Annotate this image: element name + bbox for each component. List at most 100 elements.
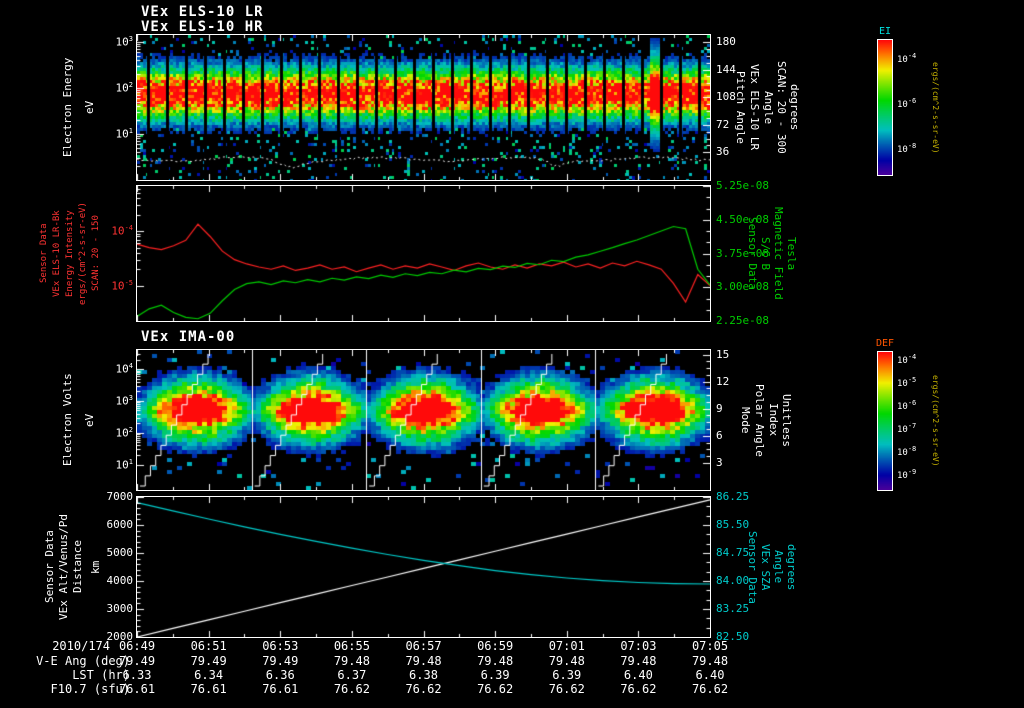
p1-left-axis-label: eV bbox=[83, 100, 96, 115]
p4-sza-tick: 84.00 bbox=[716, 574, 750, 587]
ima-colorbar-tick: 10-9 bbox=[897, 467, 917, 481]
param-row-value: 79.49 bbox=[118, 654, 156, 668]
p2-right-axis-label: Sensor Data bbox=[746, 217, 759, 290]
panel1-title-line1: VEx ELS-10 LR bbox=[141, 4, 264, 20]
panel1-title-line2: VEx ELS-10 HR bbox=[141, 19, 264, 35]
param-row-value: 79.48 bbox=[333, 654, 370, 668]
p1-right-axis-label: VEx ELS-10 LR bbox=[748, 64, 761, 151]
param-row-value: 6.38 bbox=[409, 668, 438, 682]
param-row-value: 6.33 bbox=[122, 668, 152, 682]
p3-ev-tick: 103 bbox=[115, 393, 133, 408]
param-row-label: V-E Ang (deg) bbox=[36, 654, 130, 668]
ima-colorbar-tick: 10-7 bbox=[897, 421, 917, 435]
ima-colorbar bbox=[877, 351, 893, 491]
p4-sza-tick: 83.25 bbox=[716, 602, 750, 615]
p3-right-axis-label: Index bbox=[767, 403, 780, 437]
p4-left-axis-label: km bbox=[89, 560, 102, 574]
intensity-bfield-canvas bbox=[137, 186, 710, 321]
p4-left-axis-label: Sensor Data bbox=[43, 530, 56, 604]
p3-mode-tick: 12 bbox=[716, 374, 730, 388]
p4-altitude-tick: 6000 bbox=[106, 518, 134, 531]
p2-bfield-tick: 2.25e-08 bbox=[716, 314, 769, 327]
p3-right-axis-label: Polar Angle bbox=[753, 383, 766, 457]
p2-left-axis-label: ergs/(cm^2-s-sr-eV) bbox=[78, 202, 88, 305]
altitude-sza-line-panel bbox=[136, 496, 711, 638]
p3-ev-tick: 101 bbox=[115, 457, 133, 472]
p3-left-axis-label: Electron Volts bbox=[61, 373, 74, 467]
time-tick-label: 07:03 bbox=[620, 639, 657, 653]
time-tick-label: 07:01 bbox=[548, 639, 585, 653]
intensity-bfield-line-panel bbox=[136, 185, 711, 322]
param-row-value: 76.62 bbox=[620, 682, 657, 696]
param-row-value: 6.39 bbox=[480, 668, 510, 682]
p4-right-axis-label: VEx SZA bbox=[759, 543, 772, 591]
ima-spectrogram-canvas bbox=[137, 350, 710, 490]
param-row-value: 76.61 bbox=[262, 682, 299, 696]
p1-energy-tick: 102 bbox=[115, 80, 133, 95]
param-row-value: 76.62 bbox=[548, 682, 585, 696]
els-colorbar-tick: 10-4 bbox=[897, 52, 917, 65]
els-spectrogram-canvas bbox=[137, 35, 710, 180]
param-row-label: LST (hr) bbox=[72, 668, 130, 682]
time-tick-label: 06:57 bbox=[405, 639, 442, 653]
param-row-value: 6.39 bbox=[552, 668, 582, 682]
ima-colorbar-tick: 10-4 bbox=[897, 352, 917, 366]
p4-right-axis-label: Angle bbox=[772, 550, 785, 584]
p2-left-axis-label: Sensor Data bbox=[39, 223, 49, 284]
p4-altitude-tick: 7000 bbox=[106, 490, 134, 503]
time-tick-label: 06:51 bbox=[190, 639, 227, 653]
els-colorbar bbox=[877, 39, 893, 176]
p2-right-axis-label: Magnetic Field bbox=[772, 207, 785, 300]
p3-mode-tick: 9 bbox=[716, 401, 723, 415]
param-row-value: 79.48 bbox=[405, 654, 442, 668]
p3-mode-tick: 3 bbox=[716, 455, 723, 469]
panel3-title: VEx IMA-00 bbox=[141, 329, 236, 345]
p4-sza-tick: 82.50 bbox=[716, 630, 750, 643]
vex-quicklook-plot-page: VEx ELS-10 LR VEx ELS-10 HR VEx IMA-00 1… bbox=[0, 0, 1024, 708]
param-row-value: 76.61 bbox=[190, 682, 227, 696]
p1-pitch-tick: 180 bbox=[716, 34, 736, 48]
p2-intensity-tick: 10-5 bbox=[111, 278, 133, 293]
p1-energy-tick: 101 bbox=[115, 126, 133, 141]
p2-right-axis-label: Tesla bbox=[785, 236, 798, 271]
p4-altitude-tick: 2000 bbox=[106, 630, 134, 643]
param-row-value: 79.49 bbox=[190, 654, 227, 668]
p1-right-axis-label: degrees bbox=[788, 84, 801, 131]
param-row-value: 76.62 bbox=[477, 682, 514, 696]
param-row-value: 6.40 bbox=[695, 668, 725, 682]
ima-spectrogram-panel bbox=[136, 349, 711, 491]
p3-right-axis-label: Mode bbox=[739, 406, 752, 434]
p2-left-axis-label: VEx ELS-10 LR-Bk bbox=[52, 210, 62, 297]
p2-bfield-tick: 3.00e-08 bbox=[716, 280, 769, 294]
els-colorbar-title: EI bbox=[878, 26, 892, 37]
ima-colorbar-units-label: ergs/(cm^2-s-sr-eV) bbox=[931, 375, 940, 467]
els-colorbar-gradient bbox=[878, 40, 892, 175]
p3-ev-tick: 104 bbox=[115, 362, 133, 376]
p2-bfield-tick: 5.25e-08 bbox=[716, 179, 769, 192]
p1-pitch-tick: 36 bbox=[716, 145, 730, 159]
param-row-value: 79.48 bbox=[620, 654, 657, 668]
p3-mode-tick: 6 bbox=[716, 428, 723, 442]
p3-left-axis-label: eV bbox=[83, 413, 96, 427]
ima-colorbar-tick: 10-5 bbox=[897, 375, 917, 389]
p1-right-axis-label: SCAN: 20 - 300 bbox=[775, 61, 788, 154]
p4-left-axis-label: Distance bbox=[71, 540, 84, 594]
param-row-value: 6.40 bbox=[623, 668, 653, 682]
param-row-label: F10.7 (sfu) bbox=[50, 682, 130, 696]
time-tick-label: 06:55 bbox=[333, 639, 370, 653]
p1-right-axis-label: Pitch Angle bbox=[734, 71, 747, 144]
p4-right-axis-label: Sensor Data bbox=[746, 530, 759, 604]
p4-sza-tick: 84.75 bbox=[716, 546, 750, 559]
p4-altitude-tick: 4000 bbox=[106, 574, 134, 587]
els-energy-spectrogram-panel bbox=[136, 34, 711, 181]
p4-sza-tick: 86.25 bbox=[716, 490, 750, 503]
p1-energy-tick: 103 bbox=[115, 34, 133, 49]
p2-bfield-tick: 3.75e-08 bbox=[716, 246, 769, 260]
p1-pitch-tick: 72 bbox=[716, 117, 730, 131]
p3-ev-tick: 102 bbox=[115, 425, 133, 440]
p1-right-axis-label: Angle bbox=[762, 90, 775, 125]
p4-right-axis-label: degrees bbox=[785, 543, 798, 591]
param-row-value: 79.49 bbox=[262, 654, 299, 668]
p4-left-axis-label: VEx Alt/Venus/Pd bbox=[57, 514, 70, 620]
p2-intensity-tick: 10-4 bbox=[111, 224, 133, 238]
